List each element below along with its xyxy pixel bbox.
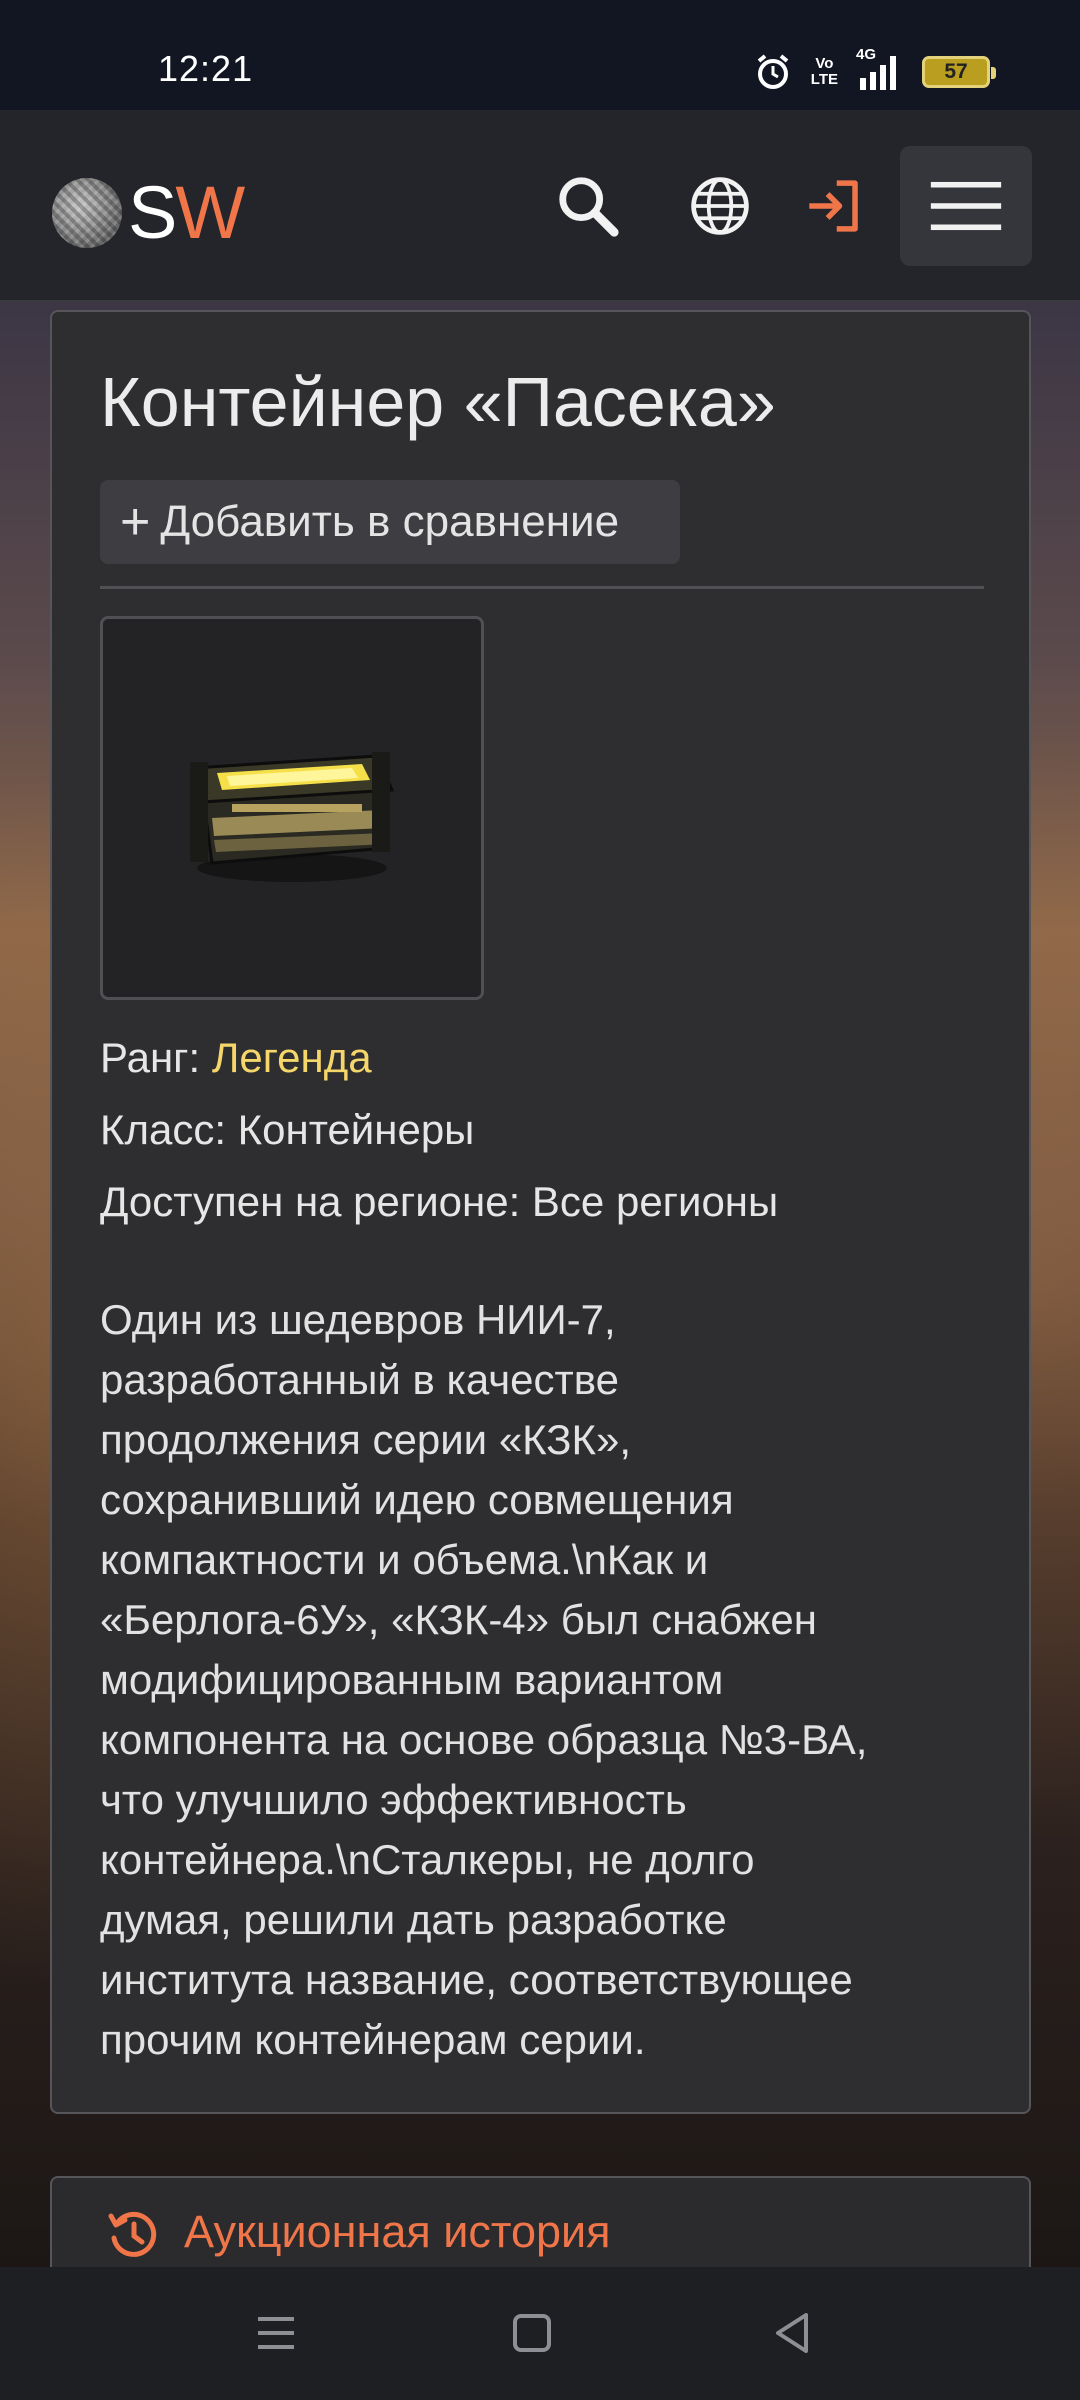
plus-icon: + bbox=[120, 493, 151, 551]
description-line: модифицированным вариантом bbox=[100, 1656, 724, 1703]
logo-text: SW bbox=[128, 171, 245, 254]
search-icon bbox=[559, 177, 619, 237]
description-line: Один из шедевров НИИ-7, bbox=[100, 1296, 616, 1343]
menu-icon bbox=[930, 181, 1002, 231]
description-line: сохранивший идею совмещения bbox=[100, 1476, 734, 1523]
description-line: контейнера.\nСталкеры, не долго bbox=[100, 1836, 755, 1883]
container-image bbox=[190, 752, 395, 882]
description-line: компактности и объема.\nКак и bbox=[100, 1536, 709, 1583]
item-card: Контейнер «Пасека» + Добавить в сравнени… bbox=[50, 310, 1031, 2114]
class-line: Класс: Контейнеры bbox=[100, 1106, 475, 1153]
language-button[interactable] bbox=[680, 166, 760, 246]
back-icon[interactable] bbox=[766, 2307, 818, 2359]
home-icon[interactable] bbox=[506, 2307, 558, 2359]
description-line: думая, решили дать разработке bbox=[100, 1896, 727, 1943]
description-line: продолжения серии «КЗК», bbox=[100, 1416, 632, 1463]
menu-button[interactable] bbox=[900, 146, 1032, 266]
login-button[interactable] bbox=[794, 166, 874, 246]
rank-line: Ранг: Легенда bbox=[100, 1034, 372, 1082]
add-to-compare-button[interactable]: + Добавить в сравнение bbox=[100, 480, 680, 564]
history-icon bbox=[108, 2211, 157, 2257]
region-line: Доступен на регионе: Все регионы bbox=[100, 1178, 779, 1225]
description-line: института название, соответствующее bbox=[100, 1956, 853, 2003]
battery-level: 57 bbox=[944, 60, 968, 83]
page-title: Контейнер «Пасека» bbox=[100, 363, 776, 441]
rank-label: Ранг: bbox=[100, 1034, 212, 1081]
divider bbox=[100, 586, 984, 589]
auction-history-title: Аукционная история bbox=[184, 2206, 611, 2257]
search-button[interactable] bbox=[548, 166, 628, 246]
status-icons: Vo LTE 4G 57 bbox=[753, 46, 996, 94]
description-line: что улучшило эффективность bbox=[100, 1776, 687, 1823]
battery-indicator: 57 bbox=[922, 56, 996, 88]
recent-apps-icon[interactable] bbox=[250, 2307, 302, 2359]
description-line: прочим контейнерам серии. bbox=[100, 2016, 646, 2063]
add-to-compare-label: Добавить в сравнение bbox=[160, 497, 620, 546]
description-line: «Берлога-6У», «КЗК-4» был снабжен bbox=[100, 1596, 817, 1643]
alarm-icon bbox=[757, 54, 789, 89]
description-line: компонента на основе образца №3-ВА, bbox=[100, 1716, 868, 1763]
item-description: Один из шедевров НИИ-7, разработанный в … bbox=[100, 1290, 1000, 2070]
logo-globe-icon bbox=[52, 177, 122, 248]
globe-icon bbox=[691, 177, 749, 235]
status-bar: 12:21 Vo LTE 4G 57 bbox=[0, 0, 1080, 110]
login-icon bbox=[809, 180, 858, 232]
network-type: 4G bbox=[856, 46, 877, 63]
volte-icon: Vo LTE bbox=[810, 55, 838, 88]
rank-value: Легенда bbox=[211, 1034, 372, 1081]
site-logo[interactable]: SW bbox=[52, 170, 245, 255]
description-line: разработанный в качестве bbox=[100, 1356, 619, 1403]
site-header: SW bbox=[0, 110, 1080, 302]
signal-icon: 4G bbox=[856, 46, 904, 92]
status-time: 12:21 bbox=[158, 48, 254, 89]
system-nav-bar bbox=[0, 2267, 1080, 2400]
item-image bbox=[100, 616, 484, 1000]
